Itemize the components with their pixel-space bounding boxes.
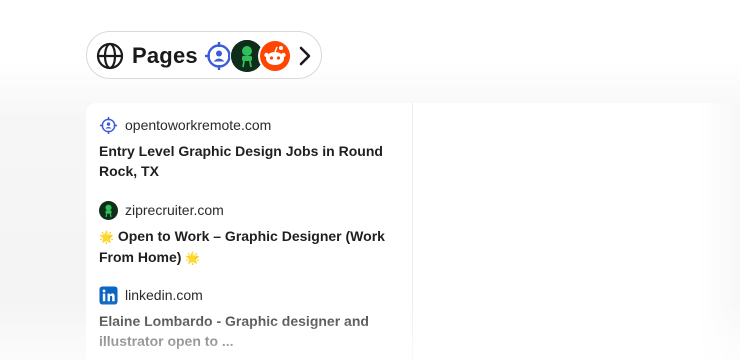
source-site: opentoworkremote.com xyxy=(99,115,389,135)
source-item[interactable]: linkedin.com Elaine Lombardo - Graphic d… xyxy=(99,285,389,351)
source-domain: linkedin.com xyxy=(125,287,203,303)
globe-icon xyxy=(96,42,124,70)
target-person-icon xyxy=(99,116,118,134)
pages-button[interactable]: Pages xyxy=(86,31,322,79)
source-item[interactable]: ziprecruiter.com 🌟 Open to Work – Graphi… xyxy=(99,200,389,268)
source-domain: opentoworkremote.com xyxy=(125,117,272,133)
source-title[interactable]: Entry Level Graphic Design Jobs in Round… xyxy=(99,141,389,181)
pages-label: Pages xyxy=(132,43,198,68)
sources-panel: opentoworkremote.com Entry Level Graphic… xyxy=(86,103,740,360)
source-title-text: Open to Work – Graphic Designer (Work Fr… xyxy=(99,228,385,265)
source-title[interactable]: Elaine Lombardo - Graphic designer and i… xyxy=(99,311,389,351)
source-site: ziprecruiter.com xyxy=(99,200,389,220)
column-divider xyxy=(412,103,413,360)
card-edge-shadow xyxy=(700,103,740,360)
linkedin-icon xyxy=(99,285,118,305)
reddit-icon xyxy=(259,40,291,72)
chevron-right-icon xyxy=(299,46,311,66)
source-item[interactable]: opentoworkremote.com Entry Level Graphic… xyxy=(99,115,389,181)
source-site: linkedin.com xyxy=(99,285,389,305)
star-emoji: 🌟 xyxy=(99,230,114,244)
source-title[interactable]: 🌟 Open to Work – Graphic Designer (Work … xyxy=(99,226,389,268)
source-domain: ziprecruiter.com xyxy=(125,202,224,218)
ziprecruiter-icon xyxy=(99,200,118,220)
star-emoji: 🌟 xyxy=(185,251,201,265)
